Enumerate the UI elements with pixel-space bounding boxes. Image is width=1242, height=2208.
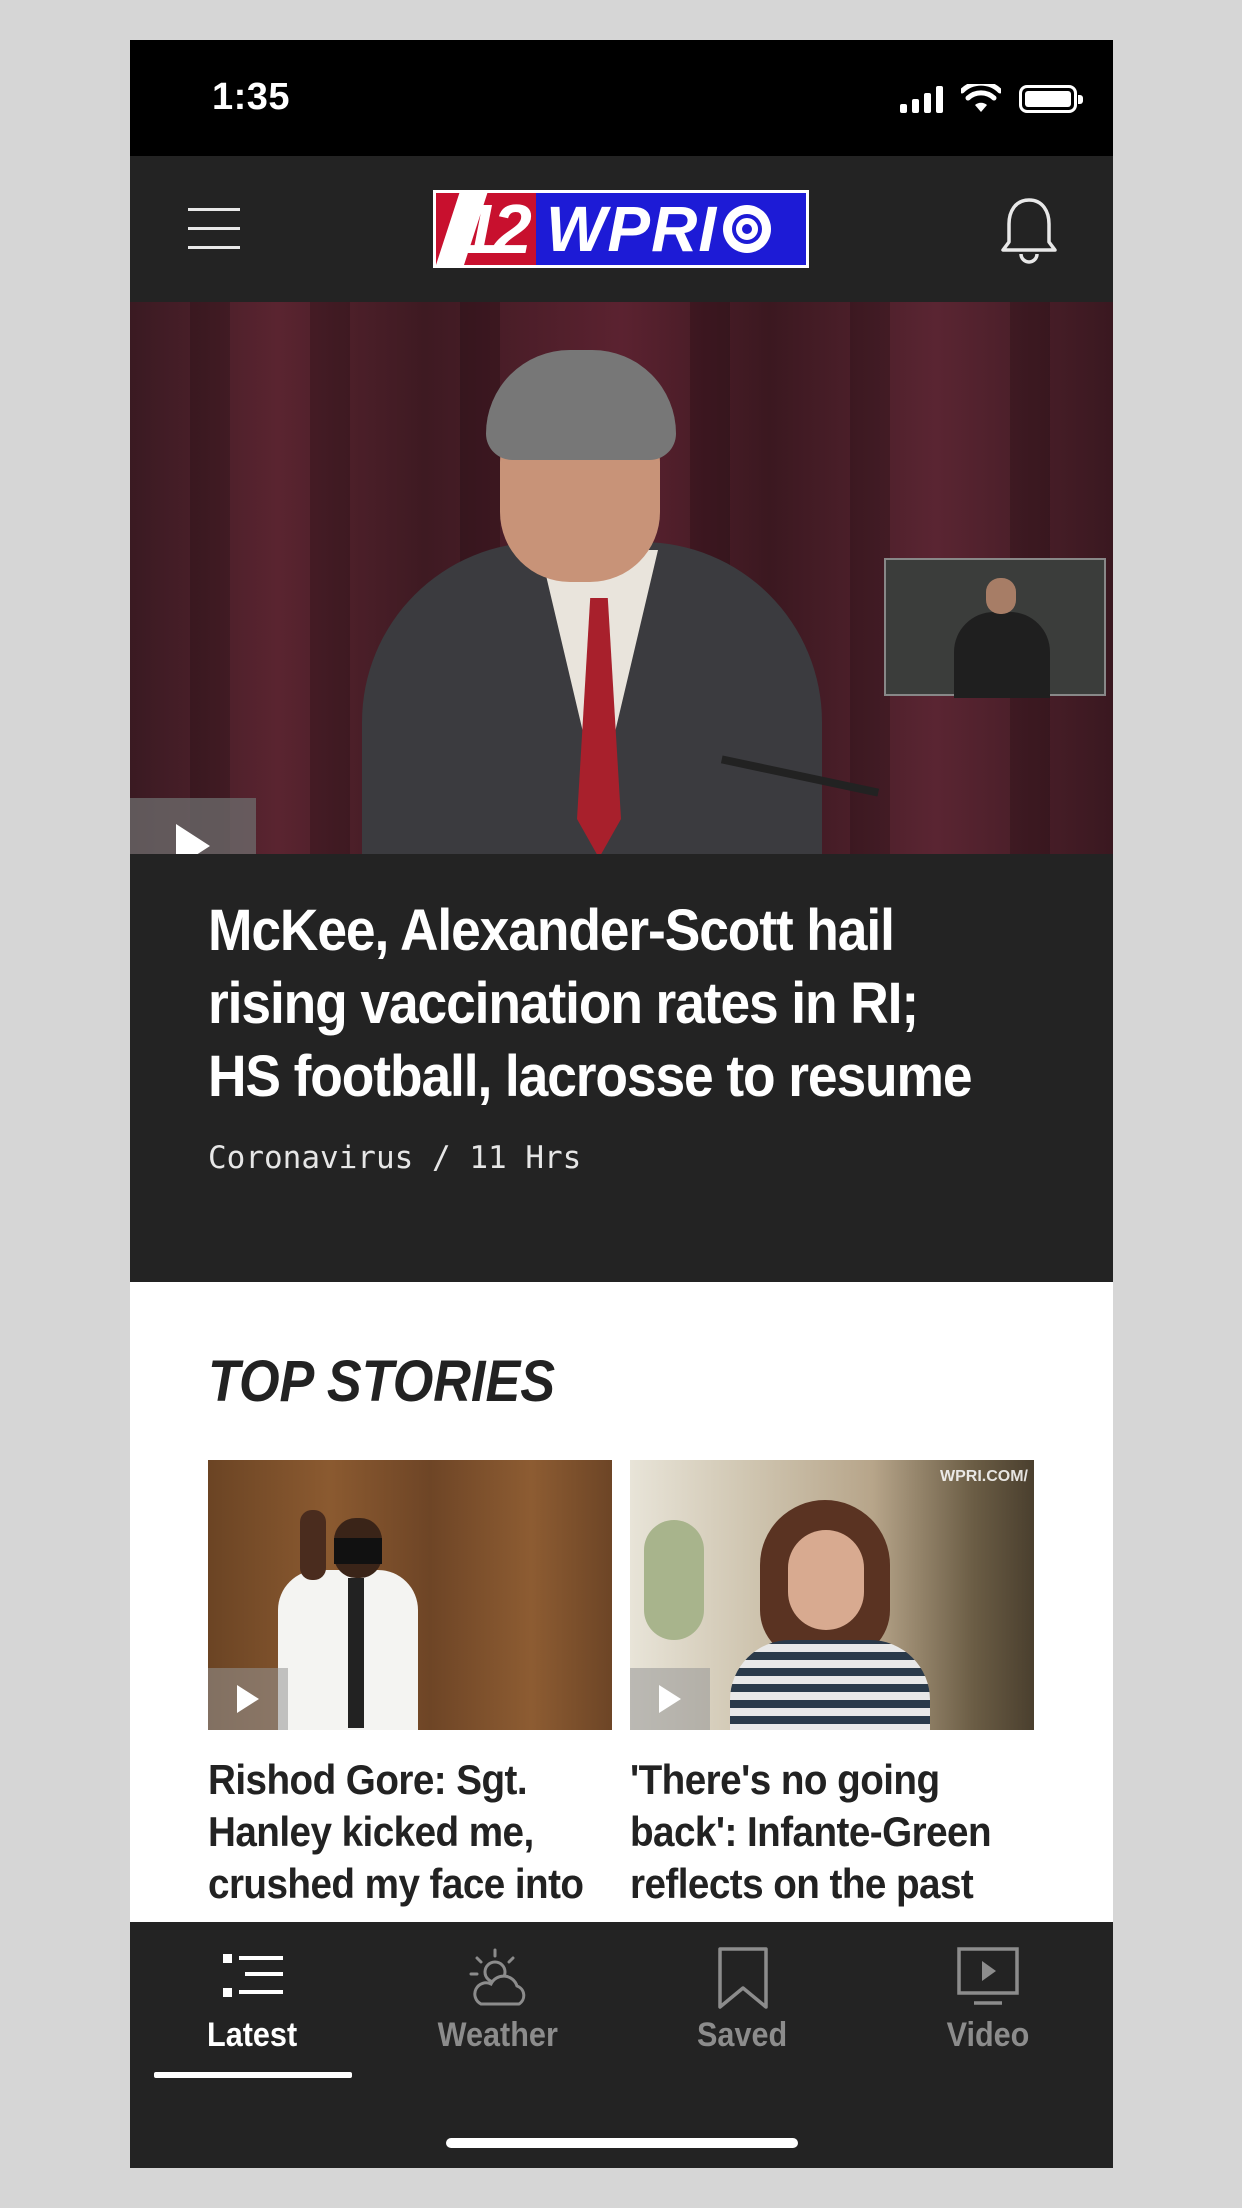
status-bar: 1:35 [130, 40, 1113, 156]
tab-label: Saved [697, 2016, 788, 2054]
top-stories-section: TOP STORIES Rishod Gore: Sgt. Hanley kic… [130, 1282, 1113, 1922]
card-play-button[interactable] [630, 1668, 710, 1730]
tab-saved[interactable]: Saved [620, 1922, 865, 2082]
bottom-tab-bar: Latest Weather Saved Video [130, 1922, 1113, 2168]
meta-separator: / [431, 1140, 451, 1176]
logo-station-name: WPRI [536, 193, 806, 265]
cbs-eye-icon [723, 205, 772, 253]
play-icon [176, 824, 210, 854]
list-icon [218, 1946, 288, 2010]
story-thumbnail[interactable]: WPRI.COM/ [630, 1460, 1034, 1730]
tab-label: Weather [437, 2016, 558, 2054]
partly-cloudy-icon [463, 1946, 533, 2010]
tab-latest[interactable]: Latest [130, 1922, 375, 2082]
tab-label: Latest [207, 2016, 298, 2054]
hamburger-menu-icon[interactable] [188, 208, 240, 250]
notification-bell-icon[interactable] [999, 196, 1059, 266]
tab-video[interactable]: Video [865, 1922, 1110, 2082]
cellular-signal-icon [900, 85, 943, 113]
status-time: 1:35 [212, 76, 291, 118]
hero-meta: Coronavirus / 11 Hrs [208, 1140, 581, 1176]
hero-age: 11 Hrs [469, 1140, 582, 1176]
wpri-logo[interactable]: 12 WPRI [433, 190, 809, 268]
active-tab-indicator [154, 2072, 352, 2078]
story-card[interactable]: WPRI.COM/ 'There's no going back': Infan… [630, 1460, 1034, 1910]
story-title[interactable]: 'There's no going back': Infante-Green r… [630, 1754, 1026, 1910]
hero-category: Coronavirus [208, 1140, 414, 1176]
tab-weather[interactable]: Weather [375, 1922, 620, 2082]
bookmark-icon [708, 1946, 778, 2010]
story-title[interactable]: Rishod Gore: Sgt. Hanley kicked me, crus… [208, 1754, 604, 1910]
watermark: WPRI.COM/ [940, 1468, 1028, 1485]
story-thumbnail[interactable] [208, 1460, 612, 1730]
phone-screen: 1:35 12 WPRI McKee, Alexander-Scott hail… [130, 40, 1113, 2168]
card-play-button[interactable] [208, 1668, 288, 1730]
battery-icon [1019, 85, 1083, 113]
hero-video-thumbnail[interactable] [130, 302, 1113, 854]
tab-label: Video [946, 2016, 1029, 2054]
sign-language-interpreter-inset [884, 558, 1106, 698]
play-icon [237, 1685, 259, 1713]
video-play-icon [953, 1946, 1023, 2010]
play-icon [659, 1685, 681, 1713]
story-card[interactable]: Rishod Gore: Sgt. Hanley kicked me, crus… [208, 1460, 612, 1910]
hero-play-button[interactable] [130, 798, 256, 854]
section-heading: TOP STORIES [208, 1349, 556, 1414]
status-icons [900, 84, 1083, 114]
home-indicator[interactable] [446, 2138, 798, 2148]
app-header: 12 WPRI [130, 156, 1113, 302]
wifi-icon [961, 84, 1001, 112]
hero-story[interactable]: McKee, Alexander-Scott hail rising vacci… [130, 854, 1113, 1282]
logo-channel-number: 12 [436, 193, 536, 265]
hero-headline[interactable]: McKee, Alexander-Scott hail rising vacci… [208, 894, 981, 1113]
